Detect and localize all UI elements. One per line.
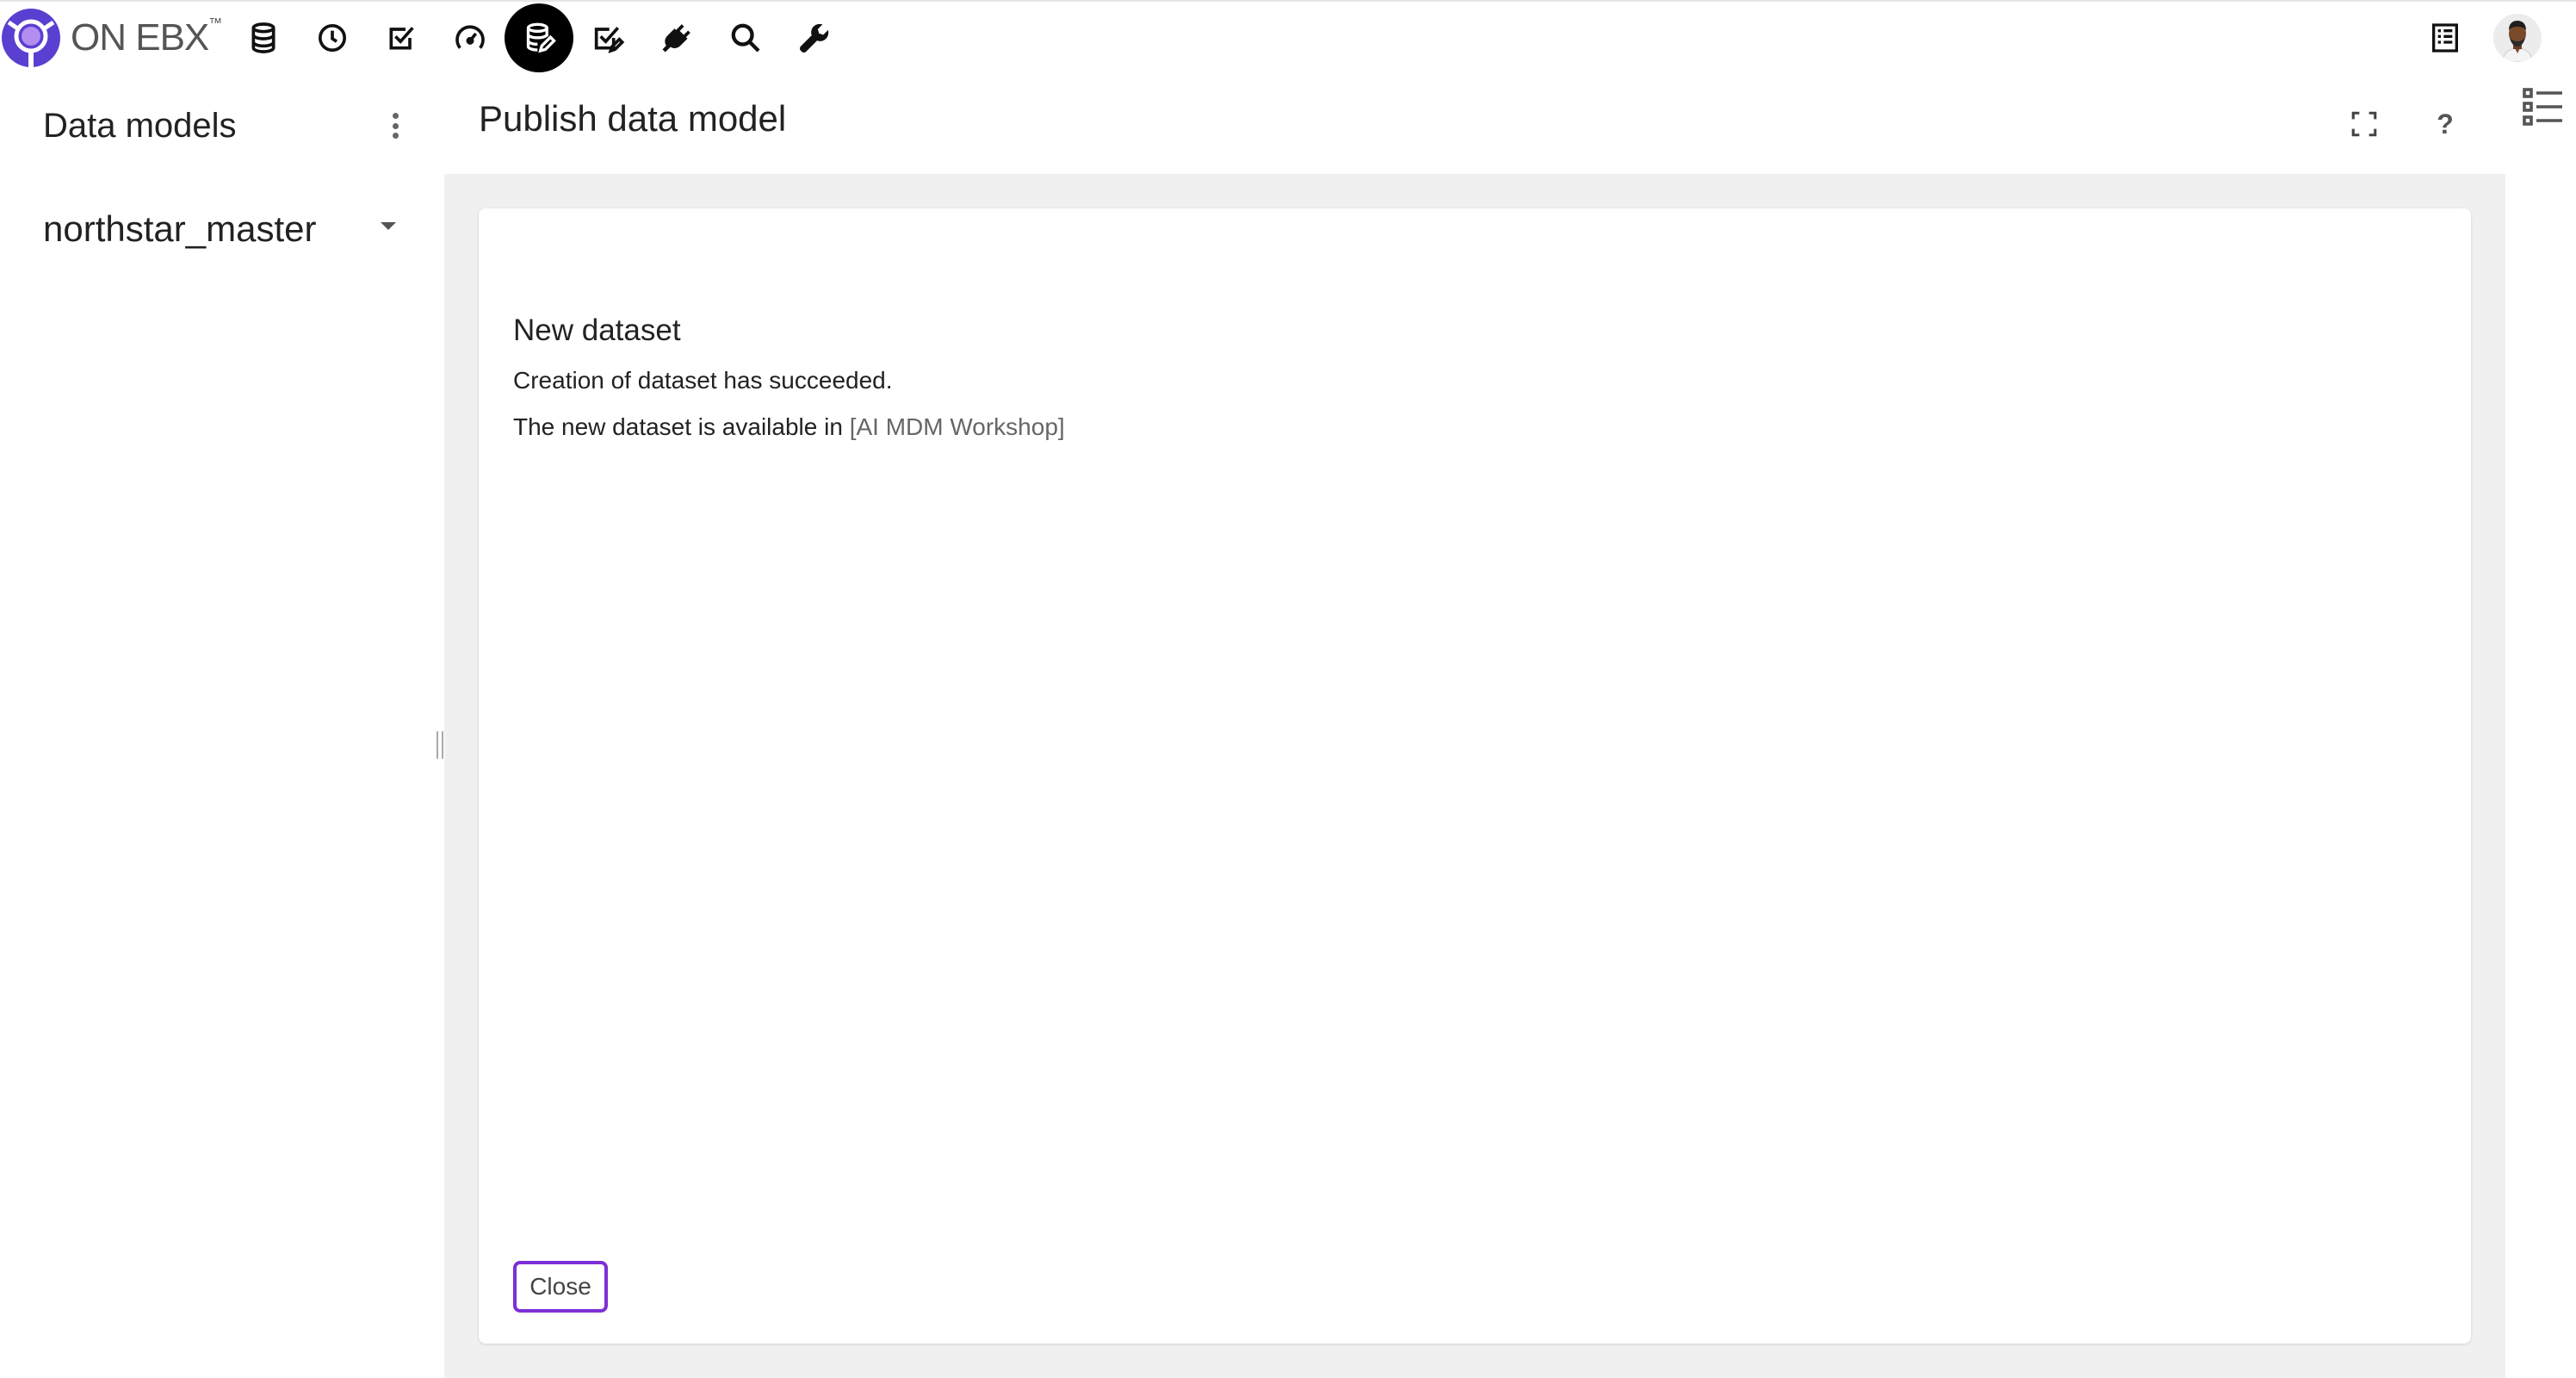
availability-prefix: The new dataset is available in	[513, 413, 843, 440]
result-card: New dataset Creation of dataset has succ…	[479, 208, 2471, 1344]
page-title: Publish data model	[479, 98, 787, 139]
success-message: Creation of dataset has succeeded.	[513, 367, 893, 394]
search-icon[interactable]	[711, 3, 780, 72]
data-model-icon[interactable]	[505, 3, 573, 72]
task-check-icon[interactable]	[573, 3, 642, 72]
selected-model-label: northstar_master	[43, 208, 317, 249]
right-rail	[2505, 72, 2576, 1378]
caret-down-icon	[381, 222, 396, 230]
task-list-icon[interactable]	[2424, 17, 2466, 59]
brand-logo[interactable]: ON EBX™	[0, 5, 222, 71]
plug-icon[interactable]	[642, 3, 711, 72]
clock-icon[interactable]	[298, 3, 367, 72]
top-bar: ON EBX™	[0, 0, 2576, 72]
brand-name: ON EBX™	[71, 16, 222, 59]
main-content: New dataset Creation of dataset has succ…	[444, 174, 2505, 1378]
close-button[interactable]: Close	[513, 1261, 608, 1313]
card-heading: New dataset	[513, 313, 681, 347]
main-header: Publish data model ?	[444, 72, 2505, 174]
wrench-icon[interactable]	[780, 3, 849, 72]
sidebar: Data models northstar_master	[0, 72, 444, 1378]
database-icon[interactable]	[229, 3, 298, 72]
avatar-icon	[2493, 14, 2542, 62]
trademark-symbol: ™	[208, 16, 222, 31]
availability-message: The new dataset is available in [AI MDM …	[513, 413, 1065, 441]
panel-resize-handle[interactable]	[437, 731, 443, 759]
dataspace-link[interactable]: [AI MDM Workshop]	[850, 413, 1065, 440]
checkbox-icon[interactable]	[367, 3, 436, 72]
sidebar-title: Data models	[43, 107, 237, 145]
more-options-icon[interactable]	[382, 109, 408, 143]
fullscreen-icon[interactable]	[2347, 107, 2381, 141]
data-model-selector[interactable]: northstar_master	[43, 203, 396, 255]
gauge-icon[interactable]	[436, 3, 505, 72]
panel-list-icon[interactable]	[2519, 83, 2567, 131]
help-icon[interactable]: ?	[2428, 105, 2462, 143]
ebx-logo-icon	[2, 9, 60, 67]
brand-name-text: ON EBX	[71, 16, 209, 59]
user-avatar[interactable]	[2493, 14, 2542, 62]
